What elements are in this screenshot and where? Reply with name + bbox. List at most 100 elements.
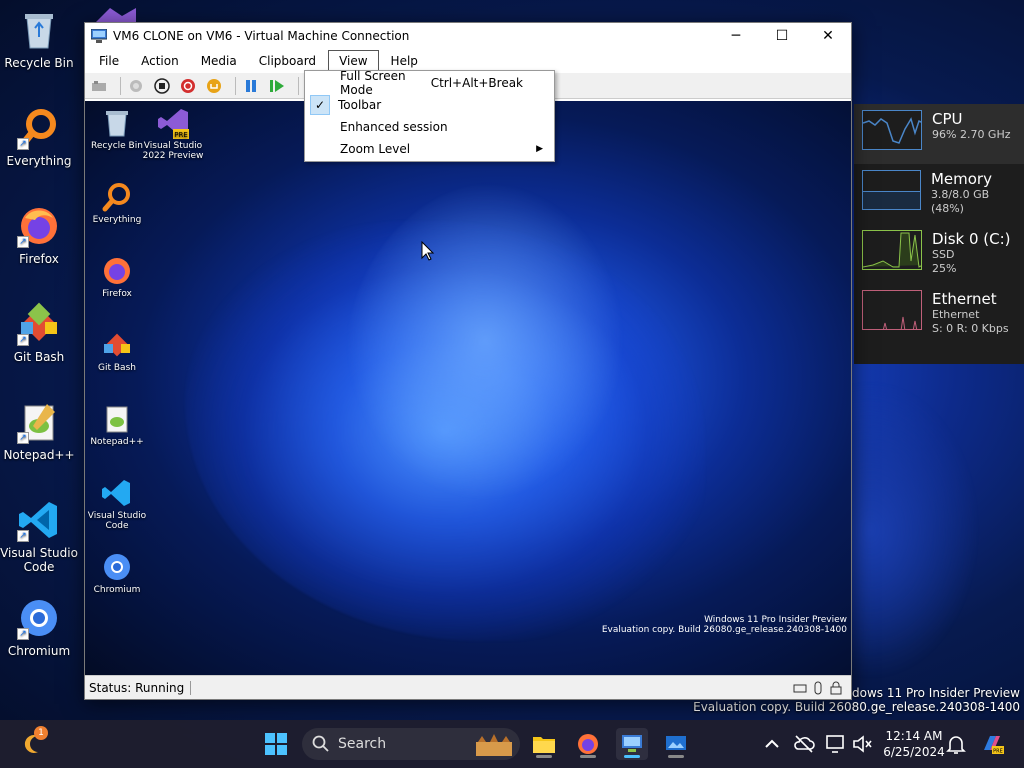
taskbar-vm-connection[interactable] [660, 728, 692, 760]
menu-item-zoom-level[interactable]: Zoom Level ▶ [306, 138, 553, 160]
shortcut-arrow-icon: ↗ [17, 530, 29, 542]
speaker-muted-icon [853, 735, 872, 753]
perf-cpu-detail: 96% 2.70 GHz [932, 128, 1011, 141]
menu-clipboard[interactable]: Clipboard [249, 51, 326, 71]
vm-icon-vscode[interactable]: Visual Studio Code [85, 477, 149, 531]
menu-file[interactable]: File [89, 51, 129, 71]
menu-item-check [306, 72, 340, 94]
perf-memory-detail: 3.8/8.0 GB (48%) [930, 188, 990, 215]
bell-icon [946, 736, 966, 754]
vm-icon-label: Notepad++ [90, 437, 144, 447]
desktop-icon-everything[interactable]: ↗ Everything [0, 106, 78, 168]
keyboard-status-icon [793, 684, 807, 692]
desktop-icon-firefox[interactable]: ↗ Firefox [0, 204, 78, 266]
performance-widget: CPU 96% 2.70 GHz Memory 3.8/8.0 GB (48%)… [854, 104, 1024, 364]
submenu-arrow-icon: ▶ [536, 144, 543, 154]
pause-button[interactable] [241, 76, 261, 96]
notepad-plus-plus-icon [106, 406, 128, 433]
desktop-icon-label: Recycle Bin [4, 56, 74, 70]
tray-network-icon-button[interactable] [788, 728, 820, 760]
taskbar-firefox[interactable] [572, 728, 604, 760]
start-icon [130, 79, 142, 92]
menu-item-label: Enhanced session [340, 120, 448, 134]
copilot-button[interactable]: PRE [976, 728, 1008, 760]
resume-button[interactable] [267, 76, 287, 96]
taskbar-file-explorer[interactable] [528, 728, 560, 760]
vm-icon-recycle-bin[interactable]: Recycle Bin [85, 107, 149, 151]
desktop-watermark-line2: Evaluation copy. Build 26080.ge_release.… [693, 700, 1020, 714]
desktop-icon-notepad-plus-plus[interactable]: ↗ Notepad++ [0, 400, 78, 462]
menu-help[interactable]: Help [381, 51, 428, 71]
taskbar-search[interactable]: Search [302, 728, 520, 760]
folder-icon [533, 737, 555, 753]
taskbar: 1 Search 12:14 AM 6/25/2024 PRE [0, 720, 1024, 768]
toolbar-separator [298, 76, 299, 95]
chromium-icon [104, 554, 130, 580]
desktop-icon-git-bash[interactable]: ↗ Git Bash [0, 302, 78, 364]
start-menu-button[interactable] [260, 728, 292, 760]
menu-item-full-screen-mode[interactable]: Full Screen Mode Ctrl+Alt+Break [306, 69, 553, 97]
vm-display[interactable]: Recycle Bin PRE Visual Studio 2022 Previ… [85, 101, 851, 677]
notification-badge: 1 [34, 726, 48, 740]
vm-icon-firefox[interactable]: Firefox [85, 255, 149, 299]
show-hidden-icons-button[interactable] [756, 728, 788, 760]
toolbar-separator [120, 76, 121, 95]
perf-ethernet-rate: S: 0 R: 0 Kbps [932, 322, 1009, 335]
weather-widget[interactable]: 1 [18, 726, 50, 760]
save-state-button[interactable] [204, 76, 224, 96]
desktop-icon-vscode[interactable]: ↗ Visual Studio Code [0, 498, 78, 574]
pause-icon [246, 79, 256, 92]
turn-off-button[interactable] [152, 76, 172, 96]
cloud-off-icon [794, 735, 815, 753]
menu-action[interactable]: Action [131, 51, 189, 71]
perf-cpu[interactable]: CPU 96% 2.70 GHz [854, 104, 1024, 164]
shortcut-arrow-icon: ↗ [17, 138, 29, 150]
mouse-cursor-icon [421, 241, 435, 261]
desktop-icon-label: Visual Studio Code [0, 546, 78, 574]
shortcut-arrow-icon: ↗ [17, 334, 29, 346]
minimize-button[interactable]: ─ [713, 23, 759, 49]
vm-icon-notepad-plus-plus[interactable]: Notepad++ [85, 403, 149, 447]
vm-icon-git-bash[interactable]: Git Bash [85, 329, 149, 373]
perf-ethernet-name: Ethernet [932, 308, 980, 321]
window-title: VM6 CLONE on VM6 - Virtual Machine Conne… [113, 29, 410, 43]
mouse-status-icon [814, 681, 822, 694]
ctrl-alt-del-button[interactable] [89, 76, 109, 96]
desktop-icon-chromium[interactable]: ↗ Chromium [0, 596, 78, 658]
desktop-icon-recycle-bin[interactable]: Recycle Bin [0, 8, 78, 70]
shut-down-button[interactable] [178, 76, 198, 96]
firefox-icon [578, 734, 598, 754]
menu-item-label: Full Screen Mode [340, 69, 406, 97]
menu-item-enhanced-session[interactable]: Enhanced session [306, 116, 553, 138]
keyboard-icon [92, 80, 106, 91]
search-placeholder: Search [338, 736, 387, 752]
play-icon [270, 79, 284, 92]
maximize-button[interactable]: ☐ [759, 23, 805, 49]
taskbar-hyperv-manager[interactable] [616, 728, 648, 760]
vm-icon-chromium[interactable]: Chromium [85, 551, 149, 595]
vm-icon-visual-studio-preview[interactable]: PRE Visual Studio 2022 Preview [141, 107, 205, 161]
visual-studio-icon: PRE [158, 109, 189, 139]
menu-media[interactable]: Media [191, 51, 247, 71]
search-highlight-icon [476, 734, 512, 756]
vm-icon-label: Visual Studio Code [87, 511, 147, 531]
menu-item-toolbar[interactable]: ✓ Toolbar [306, 94, 553, 116]
active-indicator [624, 755, 640, 758]
checkmark-icon: ✓ [310, 95, 330, 115]
perf-disk[interactable]: Disk 0 (C:) SSD 25% [854, 224, 1024, 284]
vm-icon-everything[interactable]: Everything [85, 181, 149, 225]
cpu-graph [862, 110, 922, 150]
perf-ethernet-title: Ethernet [932, 290, 997, 308]
svg-text:PRE: PRE [174, 131, 188, 139]
start-button[interactable] [126, 76, 146, 96]
notifications-button[interactable] [940, 728, 972, 760]
vm-watermark: Windows 11 Pro Insider Preview Evaluatio… [602, 615, 847, 635]
memory-graph [862, 170, 921, 210]
close-button[interactable]: ✕ [805, 23, 851, 49]
save-state-icon [207, 78, 221, 93]
view-menu-dropdown: Full Screen Mode Ctrl+Alt+Break ✓ Toolba… [304, 69, 555, 162]
perf-ethernet[interactable]: Ethernet Ethernet S: 0 R: 0 Kbps [854, 284, 1024, 344]
perf-memory[interactable]: Memory 3.8/8.0 GB (48%) [854, 164, 1024, 224]
svg-text:PRE: PRE [993, 749, 1003, 755]
title-bar[interactable]: VM6 CLONE on VM6 - Virtual Machine Conne… [85, 23, 851, 49]
